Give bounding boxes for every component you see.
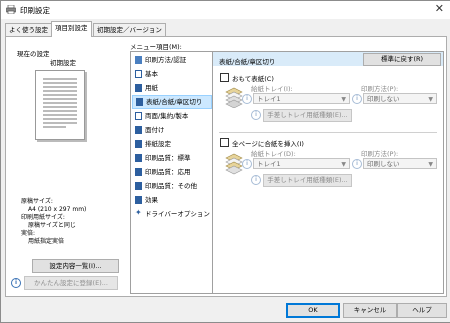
cover-tray-select[interactable]: トレイ1 ▼: [253, 93, 350, 104]
chevron-down-icon: ▼: [428, 96, 433, 103]
cover-method-value: 印刷しない: [367, 95, 400, 103]
tab-item-settings[interactable]: 項目別設定: [51, 21, 92, 37]
panel-header: 表紙/合紙/章区切り 標準に戻す(R): [213, 52, 443, 66]
cancel-button[interactable]: キャンセル: [343, 303, 397, 318]
imposition-icon: [135, 126, 142, 134]
slip-manual-tray-button[interactable]: 手差しトレイ用紙種類(E)...: [263, 174, 352, 187]
window-title: 印刷設定: [20, 6, 50, 15]
tab-panel: 現在の設定 初期設定 原稿サイズ: A4 (210 x 297 mm) 印刷用紙…: [5, 36, 447, 297]
driver-option-icon: ✦: [135, 208, 142, 217]
section-divider: [219, 132, 437, 133]
slip-tray-value: トレイ1: [257, 160, 281, 168]
chevron-down-icon: ▼: [341, 161, 346, 168]
print-method-icon: [135, 56, 142, 64]
menu-item-effect[interactable]: 効果: [132, 194, 212, 206]
tab-frequent[interactable]: よく使う設定: [5, 23, 52, 36]
settings-panel: 表紙/合紙/章区切り 標準に戻す(R) おもて表紙(C) 給紙トレイ(I): i…: [212, 51, 444, 294]
summary-line: 原稿サイズ:: [21, 198, 53, 205]
info-icon: i: [11, 278, 21, 288]
summary-line: 用紙指定実倍: [28, 238, 65, 245]
tab-defaults-version[interactable]: 初期設定／バージョン: [93, 23, 166, 36]
cover-sheets-icon: [225, 87, 243, 108]
menu-item-driver-option[interactable]: ✦ ドライバーオプション: [132, 208, 212, 220]
front-cover-label: おもて表紙(C): [232, 75, 274, 83]
preview-caption: 初期設定: [50, 59, 76, 67]
slip-method-label: 印刷方法(P):: [361, 150, 399, 158]
slip-method-value: 印刷しない: [367, 160, 400, 168]
info-icon: i: [242, 159, 252, 169]
slip-sheet-checkbox[interactable]: [220, 138, 229, 147]
cover-tray-value: トレイ1: [257, 95, 281, 103]
menu-item-output[interactable]: 排紙設定: [132, 138, 212, 150]
close-icon[interactable]: ✕: [435, 2, 444, 15]
slip-tray-label: 給紙トレイ(D):: [251, 150, 296, 158]
print-settings-dialog: 印刷設定 ✕ よく使う設定 項目別設定 初期設定／バージョン 現在の設定 初期設…: [0, 0, 450, 323]
summary-line: 印刷用紙サイズ:: [21, 214, 65, 221]
menu-list: 印刷方法/認証 基本 用紙 表紙/合紙/章区切り 両面/集約/製本 面付け 排紙…: [130, 51, 214, 294]
info-icon: i: [251, 110, 261, 120]
ok-button[interactable]: OK: [286, 303, 340, 318]
basic-icon: [135, 70, 142, 78]
cover-manual-tray-button[interactable]: 手差しトレイ用紙種類(E)...: [263, 109, 352, 122]
preview-lines-icon: [43, 78, 77, 128]
printer-icon: [6, 5, 16, 14]
summary-line: 実倍:: [21, 230, 36, 237]
slip-sheets-icon: [225, 153, 243, 175]
summary-line: 原稿サイズと同じ: [28, 222, 76, 229]
menu-item-imposition[interactable]: 面付け: [132, 124, 212, 136]
info-icon: i: [251, 175, 261, 185]
menu-item-paper[interactable]: 用紙: [132, 82, 212, 94]
page-preview: [35, 70, 85, 140]
output-icon: [135, 140, 142, 148]
slip-method-select[interactable]: 印刷しない ▼: [363, 158, 437, 169]
slip-tray-select[interactable]: トレイ1 ▼: [253, 158, 350, 169]
reset-defaults-button[interactable]: 標準に戻す(R): [363, 53, 441, 66]
menu-item-duplex[interactable]: 両面/集約/製本: [132, 110, 212, 122]
menu-label: メニュー項目(M):: [130, 43, 182, 51]
cover-icon: [136, 98, 143, 106]
front-cover-checkbox[interactable]: [220, 73, 229, 82]
cover-tray-label: 給紙トレイ(I):: [251, 85, 293, 93]
menu-item-print-method[interactable]: 印刷方法/認証: [132, 54, 212, 66]
duplex-icon: [135, 112, 142, 120]
menu-item-quality[interactable]: 印刷品質：標準: [132, 152, 212, 164]
info-icon: i: [352, 159, 362, 169]
help-button[interactable]: ヘルプ: [397, 303, 447, 318]
summary-line: A4 (210 x 297 mm): [28, 206, 87, 213]
chevron-down-icon: ▼: [428, 161, 433, 168]
quality-other-icon: [135, 182, 142, 190]
cover-method-label: 印刷方法(P):: [361, 85, 399, 93]
menu-item-quality-advanced[interactable]: 印刷品質：応用: [132, 166, 212, 178]
panel-title: 表紙/合紙/章区切り: [219, 58, 276, 66]
chevron-down-icon: ▼: [341, 96, 346, 103]
cover-method-select[interactable]: 印刷しない ▼: [363, 93, 437, 104]
settings-list-button[interactable]: 設定内容一覧(I)...: [32, 259, 119, 273]
register-quick-button[interactable]: かんたん設定に登録(E)...: [24, 276, 118, 290]
effect-icon: [135, 196, 142, 204]
current-settings-label: 現在の設定: [17, 50, 50, 58]
menu-item-quality-other[interactable]: 印刷品質：その他: [132, 180, 212, 192]
info-icon: i: [242, 94, 252, 104]
quality-icon: [135, 154, 142, 162]
paper-icon: [135, 84, 142, 92]
title-bar: 印刷設定 ✕: [1, 1, 450, 19]
menu-item-basic[interactable]: 基本: [132, 68, 212, 80]
settings-summary: 原稿サイズ: A4 (210 x 297 mm) 印刷用紙サイズ: 原稿サイズと…: [21, 198, 86, 246]
quality-advanced-icon: [135, 168, 142, 176]
slip-sheet-label: 全ページに合紙を挿入(I): [232, 140, 304, 148]
menu-item-cover[interactable]: 表紙/合紙/章区切り: [132, 95, 212, 109]
info-icon: i: [352, 94, 362, 104]
